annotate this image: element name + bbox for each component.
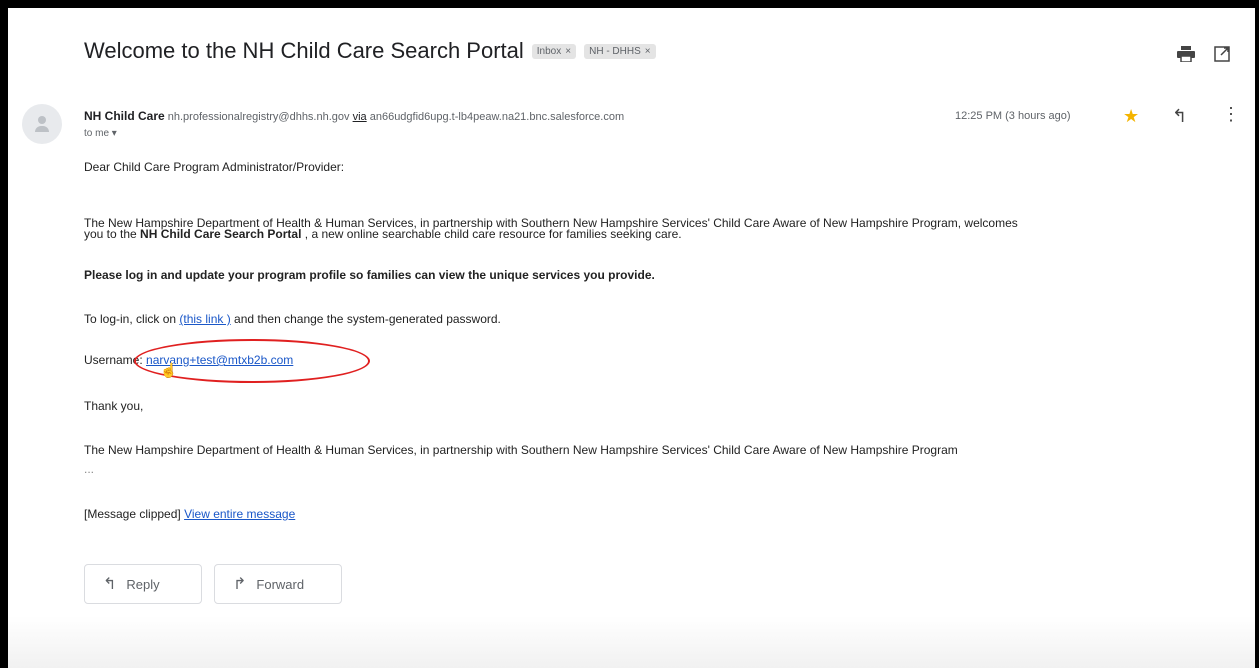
trimmed-content-dots[interactable]: ... [84, 460, 94, 479]
label-nh-dhhs-text: NH - DHHS [589, 45, 641, 57]
portal-name: NH Child Care Search Portal [140, 227, 302, 241]
star-icon[interactable]: ★ [1123, 106, 1139, 127]
intro-line-2-pre: you to the [84, 227, 141, 241]
sender-avatar [22, 104, 62, 144]
via-domain: an66udgfid6upg.t-lb4peaw.na21.bnc.salesf… [369, 111, 625, 123]
open-in-new-window-icon[interactable] [1212, 44, 1232, 64]
sender-address: nh.professionalregistry@dhhs.nh.gov [167, 111, 350, 123]
login-line: To log-in, click on (this link ) and the… [84, 310, 501, 329]
label-nh-dhhs[interactable]: NH - DHHS × [584, 43, 656, 59]
view-entire-message-link[interactable]: View entire message [184, 507, 295, 521]
label-inbox[interactable]: Inbox × [531, 43, 577, 59]
label-inbox-text: Inbox [536, 45, 562, 57]
recipient-details-toggle[interactable]: to me ▾ [84, 128, 117, 139]
window-top-border [0, 0, 1259, 8]
reply-button[interactable]: ↰ Reply [84, 564, 202, 604]
mouse-cursor-icon: ☝ [160, 362, 178, 378]
intro-line-2-post: , a new online searchable child care res… [301, 227, 682, 241]
clipped-line: [Message clipped] View entire message [84, 505, 295, 524]
login-link[interactable]: (this link ) [179, 312, 230, 326]
avatar-head [38, 116, 46, 124]
window-left-border [0, 0, 8, 668]
forward-button-label: Forward [256, 576, 305, 592]
label-nh-dhhs-close-icon[interactable]: × [645, 46, 651, 57]
label-inbox-close-icon[interactable]: × [565, 46, 571, 57]
reply-icon[interactable]: ↰ [1172, 106, 1187, 127]
forward-button[interactable]: ↱ Forward [214, 564, 342, 604]
sender-line: NH Child Care nh.professionalregistry@dh… [84, 109, 624, 123]
email-subject: Welcome to the NH Child Care Search Port… [84, 38, 524, 63]
subject-row: Welcome to the NH Child Care Search Port… [84, 38, 656, 64]
reply-arrow-icon: ↰ [103, 576, 117, 593]
message-clipped-text: [Message clipped] [84, 507, 181, 521]
intro-line-2: you to the NH Child Care Search Portal ,… [84, 225, 682, 244]
email-timestamp: 12:25 PM (3 hours ago) [955, 110, 1071, 122]
forward-arrow-icon: ↱ [233, 576, 247, 593]
more-options-icon[interactable]: ⋮ [1222, 104, 1240, 125]
bottom-shade [8, 616, 1255, 668]
signature: The New Hampshire Department of Health &… [84, 443, 958, 457]
login-pre: To log-in, click on [84, 312, 180, 326]
sender-name[interactable]: NH Child Care [84, 109, 165, 123]
window-right-border [1255, 0, 1259, 668]
via-link[interactable]: via [353, 111, 367, 123]
greeting: Dear Child Care Program Administrator/Pr… [84, 160, 345, 174]
avatar-body [35, 126, 49, 132]
reply-button-label: Reply [126, 576, 160, 592]
print-icon[interactable] [1176, 44, 1196, 64]
instruction-text: Please log in and update your program pr… [84, 268, 655, 282]
thanks: Thank you, [84, 399, 144, 413]
login-post: and then change the system-generated pas… [230, 312, 501, 326]
